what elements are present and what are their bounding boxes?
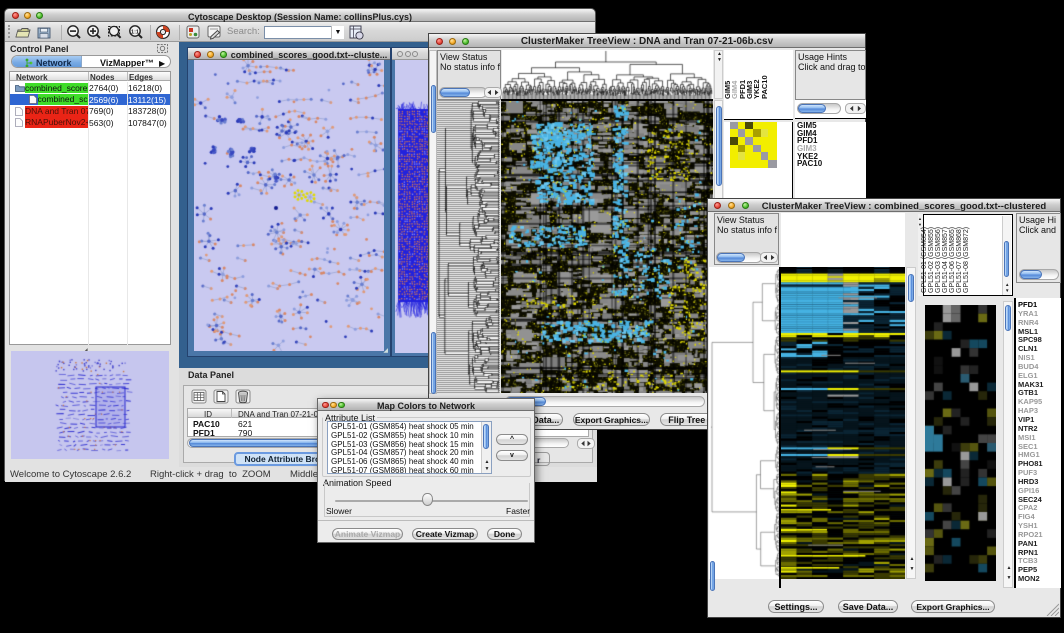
svg-text:1:1: 1:1 bbox=[131, 29, 139, 35]
